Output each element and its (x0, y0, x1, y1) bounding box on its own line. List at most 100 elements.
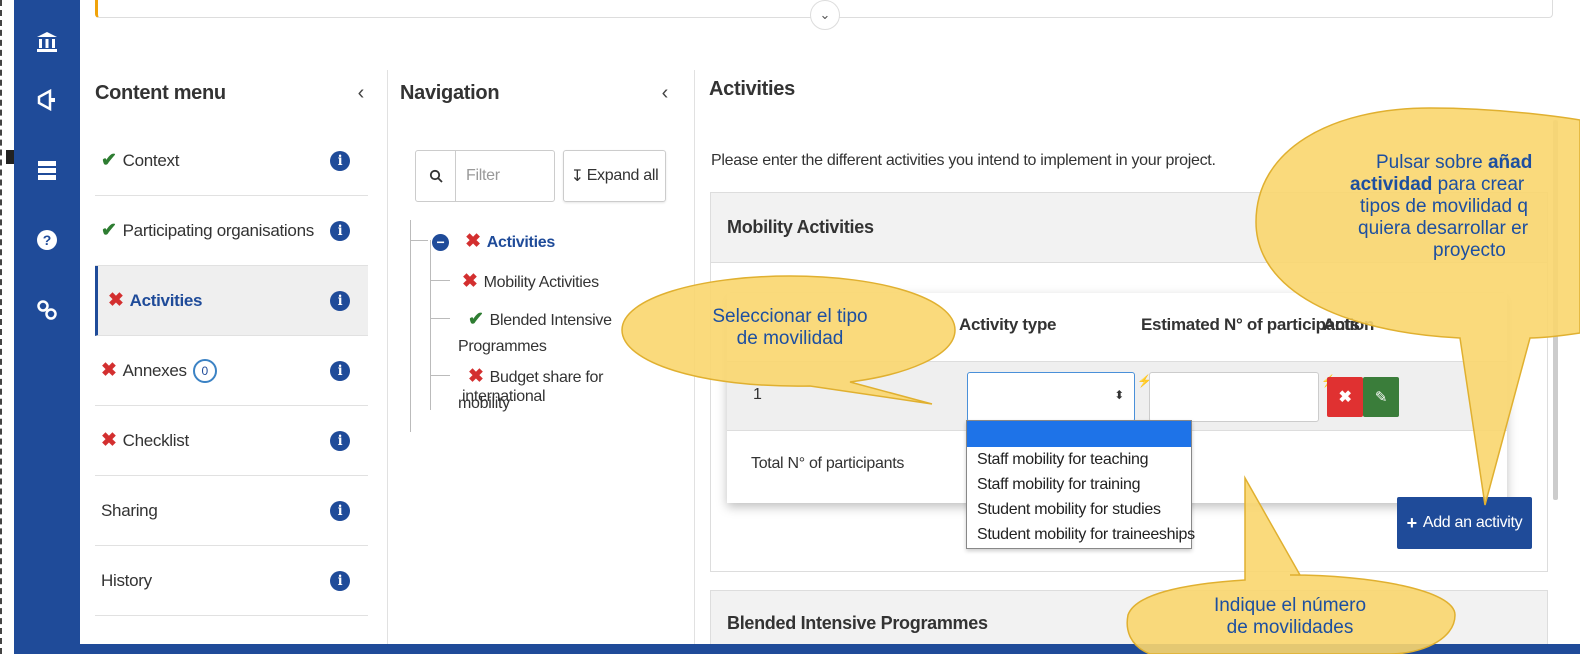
activity-type-select[interactable]: ⬍ (967, 372, 1135, 422)
list-icon[interactable] (14, 150, 80, 190)
callout-line: Seleccionar el tipo (712, 306, 868, 327)
callout-line: proyecto (1433, 240, 1506, 261)
menu-item-participating-organisations[interactable]: ✔ Participating organisations i (95, 196, 368, 266)
menu-item-context[interactable]: ✔ Context i (95, 126, 368, 196)
collapse-navigation-icon[interactable]: ‹ (662, 82, 669, 105)
column-action: Action (1323, 315, 1375, 334)
close-icon: ✖ (1338, 389, 1352, 406)
plus-icon: + (1406, 512, 1418, 533)
tree-line (410, 220, 411, 432)
info-icon[interactable]: i (330, 290, 350, 311)
menu-item-label: Checklist (122, 431, 190, 450)
tree-node-label: mobility (458, 395, 510, 412)
annex-count-badge: 0 (192, 358, 217, 383)
tree-node-activities[interactable]: − ✖ Activities (432, 230, 555, 253)
tree-connector (430, 375, 450, 376)
edit-row-button[interactable]: ✎ (1363, 377, 1399, 417)
dropdown-option[interactable]: Student mobility for traineeships (967, 522, 1195, 547)
info-icon[interactable]: i (330, 430, 350, 451)
callout-line: Pulsar sobre (1376, 152, 1488, 173)
menu-item-activities[interactable]: ✖ Activities i (95, 266, 368, 336)
cross-icon: ✖ (108, 290, 124, 311)
menu-item-sharing[interactable]: Sharing i (95, 476, 368, 546)
help-icon[interactable]: ? (14, 220, 80, 260)
tree-connector (430, 280, 450, 281)
tree-node-label-cont: Programmes (458, 338, 547, 356)
callout-number-text: Indique el número de movilidades (1140, 595, 1440, 639)
link-icon[interactable] (14, 290, 80, 330)
dropdown-option[interactable] (967, 421, 1191, 447)
menu-item-label: Sharing (101, 500, 158, 520)
total-participants-label: Total N° of participants (751, 455, 905, 472)
tree-node-label: Blended Intensive (489, 312, 612, 329)
check-icon: ✔ (101, 150, 117, 171)
info-icon[interactable]: i (330, 220, 350, 241)
bottom-bar (80, 644, 1580, 654)
callout-select-type-text: Seleccionar el tipo de movilidad (640, 306, 940, 350)
divider (694, 70, 695, 654)
navigation-panel: Navigation ‹ Filter ↧ Expand all − ✖ Activ… (400, 60, 680, 432)
callout-line: de movilidades (1226, 617, 1354, 638)
menu-item-label: Activities (129, 291, 203, 310)
menu-item-label: Annexes (122, 360, 187, 380)
expand-all-label: Expand all (586, 167, 659, 184)
select-arrows-icon: ⬍ (1114, 388, 1124, 402)
collapse-node-icon[interactable]: − (432, 233, 449, 251)
collapse-content-menu-icon[interactable]: ‹ (358, 82, 365, 105)
cross-icon: ✖ (468, 366, 484, 387)
cross-icon: ✖ (101, 360, 117, 381)
check-icon: ✔ (101, 220, 117, 241)
tree-node-label-cont: mobility (458, 395, 510, 413)
info-icon[interactable]: i (330, 150, 350, 171)
menu-item-label: Participating organisations (122, 221, 315, 240)
menu-item-annexes[interactable]: ✖ Annexes 0 i (95, 336, 368, 406)
megaphone-icon[interactable] (14, 80, 80, 120)
delete-row-button[interactable]: ✖ (1327, 377, 1363, 417)
callout-line-bold: añad (1487, 152, 1533, 173)
pencil-icon: ✎ (1374, 389, 1388, 406)
divider (387, 70, 388, 654)
cross-icon: ✖ (101, 430, 117, 451)
dashed-edge (0, 0, 3, 654)
row-number: 1 (753, 386, 762, 403)
tree-node-mobility-activities[interactable]: ✖ Mobility Activities (462, 270, 599, 293)
activity-type-dropdown[interactable]: Staff mobility for teaching Staff mobili… (966, 420, 1195, 549)
tree-connector (430, 318, 450, 319)
callout-line: de movilidad (736, 328, 844, 349)
edge-marker (6, 150, 14, 164)
callout-line: para crear (1432, 174, 1525, 195)
institution-icon[interactable] (14, 22, 80, 62)
info-icon[interactable]: i (330, 570, 350, 591)
info-icon[interactable]: i (330, 500, 350, 521)
column-activity-type: Activity type (959, 315, 1057, 334)
cross-icon: ✖ (462, 271, 478, 292)
dropdown-option[interactable]: Student mobility for studies (967, 497, 1191, 522)
menu-item-label: History (101, 570, 152, 590)
dropdown-option[interactable]: Staff mobility for teaching (967, 447, 1191, 472)
chevron-down-icon[interactable]: ⌄ (810, 0, 840, 30)
tree-connector (430, 240, 431, 410)
expand-all-button[interactable]: ↧ Expand all (563, 150, 666, 202)
add-activity-label: Add an activity (1422, 514, 1523, 531)
callout-line: quiera desarrollar er (1358, 218, 1529, 239)
menu-item-history[interactable]: History i (95, 546, 368, 616)
filter-input[interactable]: Filter (415, 150, 555, 202)
activities-title: Activities (709, 78, 795, 100)
tree-connector (410, 240, 428, 241)
menu-item-checklist[interactable]: ✖ Checklist i (95, 406, 368, 476)
dropdown-option[interactable]: Staff mobility for training (967, 472, 1191, 497)
svg-text:?: ? (43, 232, 52, 248)
menu-item-label: Context (122, 151, 180, 170)
callout-line-bold: actividad (1350, 174, 1433, 195)
callout-line: Indique el número (1213, 595, 1367, 616)
icon-rail: ? (14, 0, 80, 654)
intro-text: Please enter the different activities yo… (711, 152, 1216, 169)
add-activity-button[interactable]: + Add an activity (1397, 497, 1532, 549)
participants-input[interactable] (1149, 372, 1319, 422)
info-icon[interactable]: i (330, 360, 350, 381)
tree-node-label: Mobility Activities (483, 274, 600, 291)
callout-line: tipos de movilidad q (1360, 196, 1528, 217)
callout-add-activity-text: Pulsar sobre añad actividad para crear t… (1300, 152, 1580, 262)
tree-node-blended-intensive[interactable]: ✔ Blended Intensive (462, 308, 612, 331)
filter-placeholder: Filter (466, 167, 500, 184)
